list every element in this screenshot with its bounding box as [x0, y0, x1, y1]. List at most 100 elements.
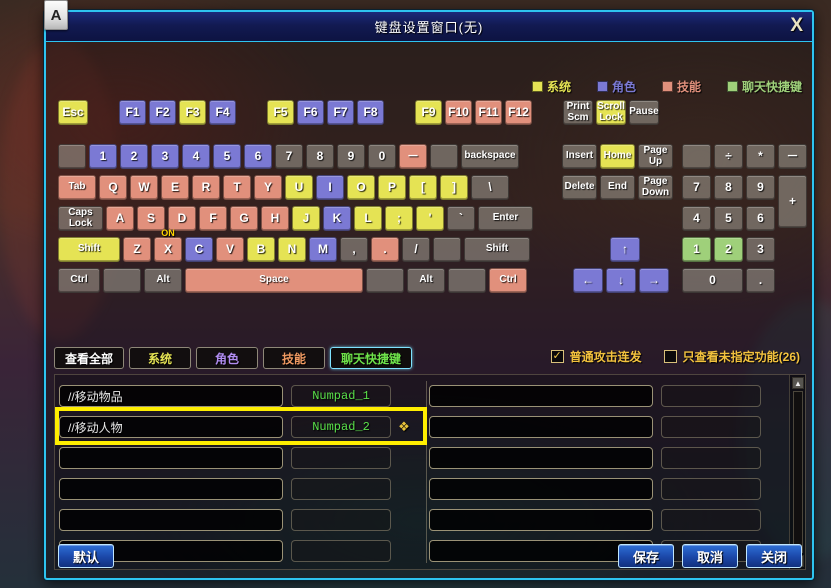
key-→[interactable]: →	[639, 268, 669, 293]
checkbox-unchecked-icon[interactable]	[663, 350, 677, 363]
key-e[interactable]: E	[161, 175, 189, 200]
cancel-button[interactable]: 取消	[682, 544, 738, 568]
binding-key-field[interactable]	[291, 478, 391, 500]
key-c[interactable]: C	[185, 237, 213, 262]
key-alt[interactable]: Alt	[144, 268, 182, 293]
key-h[interactable]: H	[261, 206, 289, 231]
key-scroll-lock[interactable]: Scroll Lock	[596, 100, 626, 125]
key-w[interactable]: W	[130, 175, 158, 200]
key-'[interactable]: '	[416, 206, 444, 231]
key-v[interactable]: V	[216, 237, 244, 262]
binding-name-field[interactable]: //移动人物	[59, 416, 283, 438]
key-1[interactable]: 1	[682, 237, 711, 262]
key-3[interactable]: 3	[151, 144, 179, 169]
key-7[interactable]: 7	[682, 175, 711, 200]
key-alt[interactable]: Alt	[407, 268, 445, 293]
key-caps-lock[interactable]: Caps Lock	[58, 206, 103, 231]
key-↓[interactable]: ↓	[606, 268, 636, 293]
binding-key-field[interactable]: Numpad_1	[291, 385, 391, 407]
binding-name-field[interactable]	[59, 447, 283, 469]
key-backspace[interactable]: backspace	[461, 144, 519, 169]
key-←[interactable]: ←	[573, 268, 603, 293]
close-button[interactable]: 关闭	[746, 544, 802, 568]
binding-key-field[interactable]	[661, 447, 761, 469]
tab-3[interactable]: 技能	[263, 347, 326, 369]
key-delete[interactable]: Delete	[562, 175, 597, 200]
key-f8[interactable]: F8	[357, 100, 384, 125]
binding-name-field[interactable]	[59, 478, 283, 500]
key-tab[interactable]: Tab	[58, 175, 96, 200]
binding-key-field[interactable]	[291, 540, 391, 562]
key-2[interactable]: 2	[120, 144, 148, 169]
key-i[interactable]: I	[316, 175, 344, 200]
key-g[interactable]: G	[230, 206, 258, 231]
binding-name-field[interactable]	[429, 447, 653, 469]
binding-name-field[interactable]	[429, 416, 653, 438]
key-a[interactable]: A	[106, 206, 134, 231]
key-f7[interactable]: F7	[327, 100, 354, 125]
key-q[interactable]: Q	[99, 175, 127, 200]
binding-key-field[interactable]	[661, 509, 761, 531]
key-`[interactable]: `	[447, 206, 475, 231]
binding-key-field[interactable]: Numpad_2	[291, 416, 391, 438]
key-page-down[interactable]: Page Down	[638, 175, 673, 200]
key-x[interactable]: X ON	[154, 228, 182, 262]
table-row[interactable]	[55, 476, 789, 502]
key-;[interactable]: ;	[385, 206, 413, 231]
table-row[interactable]: //移动人物 Numpad_2 ❖	[55, 414, 789, 440]
binding-name-field[interactable]	[429, 478, 653, 500]
table-row[interactable]	[55, 445, 789, 471]
scroll-up-icon[interactable]: ▲	[792, 377, 804, 389]
key-[[interactable]: [	[409, 175, 437, 200]
key-2[interactable]: 2	[714, 237, 743, 262]
key-print-scm[interactable]: Print Scm	[563, 100, 593, 125]
key-7[interactable]: 7	[275, 144, 303, 169]
key-－[interactable]: －	[778, 144, 807, 169]
key-f9[interactable]: F9	[415, 100, 442, 125]
key-4[interactable]: 4	[182, 144, 210, 169]
key-ctrl[interactable]: Ctrl	[58, 268, 100, 293]
binding-key-field[interactable]	[661, 416, 761, 438]
key-3[interactable]: 3	[746, 237, 775, 262]
tab-1[interactable]: 系统	[129, 347, 192, 369]
key-9[interactable]: 9	[337, 144, 365, 169]
table-row[interactable]	[55, 538, 789, 564]
key-8[interactable]: 8	[714, 175, 743, 200]
binding-key-field[interactable]	[291, 509, 391, 531]
binding-name-field[interactable]	[429, 385, 653, 407]
key-↑[interactable]: ↑	[610, 237, 640, 262]
key-9[interactable]: 9	[746, 175, 775, 200]
key-n[interactable]: N	[278, 237, 306, 262]
key-/[interactable]: /	[402, 237, 430, 262]
binding-key-field[interactable]	[661, 478, 761, 500]
key-l[interactable]: L	[354, 206, 382, 231]
key-1[interactable]: 1	[89, 144, 117, 169]
checkbox-0[interactable]: ✓ 普通攻击连发	[550, 348, 642, 365]
key-f3[interactable]: F3	[179, 100, 206, 125]
key-blank[interactable]	[366, 268, 404, 293]
key-o[interactable]: O	[347, 175, 375, 200]
key-f11[interactable]: F11	[475, 100, 502, 125]
key-blank[interactable]	[448, 268, 486, 293]
key-blank[interactable]	[433, 237, 461, 262]
key-k[interactable]: K	[323, 206, 351, 231]
key-insert[interactable]: Insert	[562, 144, 597, 169]
close-icon[interactable]: X	[790, 16, 803, 36]
key-,[interactable]: ,	[340, 237, 368, 262]
key-blank[interactable]	[58, 144, 86, 169]
key-.[interactable]: .	[371, 237, 399, 262]
key-b[interactable]: B	[247, 237, 275, 262]
vertical-scrollbar[interactable]: ▲ ▼	[789, 375, 805, 569]
key-f6[interactable]: F6	[297, 100, 324, 125]
key-m[interactable]: M	[309, 237, 337, 262]
key-f4[interactable]: F4	[209, 100, 236, 125]
key-÷[interactable]: ÷	[714, 144, 743, 169]
key-enter[interactable]: Enter	[478, 206, 533, 231]
key-－[interactable]: －	[399, 144, 427, 169]
key-+[interactable]: +	[778, 175, 807, 228]
key-ctrl[interactable]: Ctrl	[489, 268, 527, 293]
key-*[interactable]: *	[746, 144, 775, 169]
default-button[interactable]: 默认	[58, 544, 114, 568]
key-8[interactable]: 8	[306, 144, 334, 169]
key-z[interactable]: Z	[123, 237, 151, 262]
